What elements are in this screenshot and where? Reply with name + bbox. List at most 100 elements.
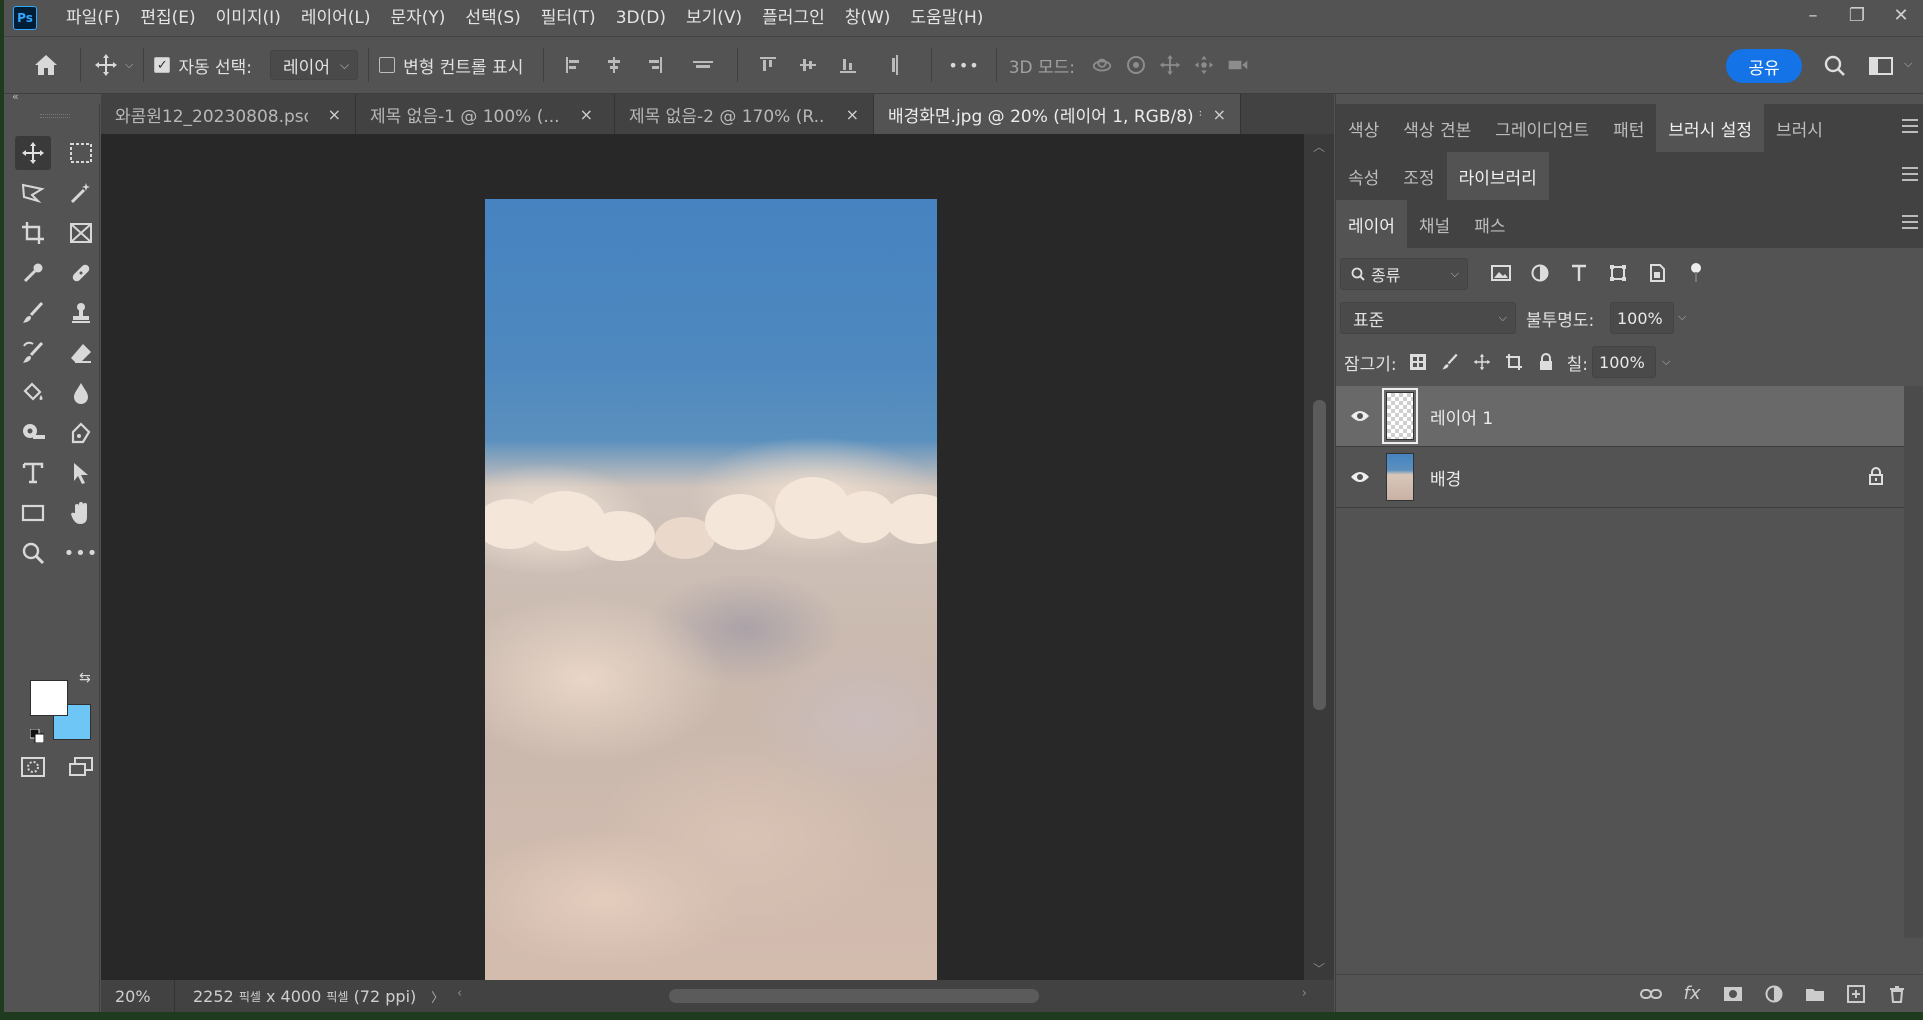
tab-swatches[interactable]: 색상 견본 (1391, 104, 1483, 152)
trash-icon[interactable] (1884, 983, 1910, 1005)
workspace-button[interactable] (1864, 53, 1898, 79)
scroll-thumb[interactable] (1313, 400, 1326, 710)
scroll-up-icon[interactable]: ︿ (1304, 138, 1334, 155)
magic-wand-tool[interactable] (63, 176, 99, 210)
chevron-down-icon[interactable]: ⌵ (1662, 355, 1670, 369)
tab-document-2[interactable]: 제목 없음-1 @ 100% (... × (356, 94, 615, 134)
lock-all-icon[interactable] (1535, 351, 1557, 373)
tab-document-active[interactable]: 배경화면.jpg @ 20% (레이어 1, RGB/8) * × (874, 94, 1241, 134)
tab-brushes[interactable]: 브러시 (1764, 104, 1835, 152)
marquee-tool[interactable] (63, 136, 99, 170)
new-layer-icon[interactable] (1843, 983, 1869, 1005)
blend-mode-select[interactable]: 표준 ⌵ (1340, 302, 1516, 334)
new-group-icon[interactable] (1802, 983, 1828, 1005)
document-info[interactable]: 2252 픽셀 x 4000 픽셀 (72 ppi) (175, 980, 441, 1012)
foreground-color-swatch[interactable] (30, 680, 68, 716)
menu-layer[interactable]: 레이어(L) (291, 0, 381, 36)
paint-bucket-tool[interactable] (15, 376, 51, 410)
tab-paths[interactable]: 패스 (1462, 200, 1517, 248)
layer-filter-select[interactable]: 종류 ⌵ (1340, 258, 1468, 290)
layer-row-layer-1[interactable]: 레이어 1 (1336, 386, 1904, 447)
eyedropper-tool[interactable] (15, 256, 51, 290)
path-selection-tool[interactable] (63, 456, 99, 490)
adjustment-layer-icon[interactable] (1761, 983, 1787, 1005)
distribute-icon[interactable] (692, 54, 714, 76)
move-tool[interactable] (15, 136, 51, 170)
lock-transparent-pixels-icon[interactable] (1407, 351, 1429, 373)
layer-name[interactable]: 레이어 1 (1430, 404, 1493, 429)
tab-properties[interactable]: 속성 (1336, 152, 1391, 200)
hand-tool[interactable] (63, 496, 99, 530)
pan-3d-icon[interactable] (1159, 54, 1181, 76)
tab-libraries[interactable]: 라이브러리 (1446, 152, 1549, 200)
tab-document-1[interactable]: 와콤원12_20230808.psd × (101, 94, 356, 134)
fill-field[interactable]: 100% (1592, 346, 1657, 378)
type-filter-icon[interactable] (1564, 260, 1594, 286)
tab-gradients[interactable]: 그레이디언트 (1483, 104, 1601, 152)
edit-toolbar-button[interactable]: ••• (63, 536, 99, 570)
chevron-down-icon[interactable]: ⌵ (1904, 57, 1912, 71)
toolbox-grip[interactable] (40, 114, 70, 118)
tab-brush-settings[interactable]: 브러시 설정 (1656, 104, 1764, 152)
menu-select[interactable]: 선택(S) (455, 0, 530, 36)
layer-name[interactable]: 배경 (1430, 465, 1461, 490)
align-right-icon[interactable] (643, 54, 665, 76)
tab-adjustments[interactable]: 조정 (1391, 152, 1446, 200)
pen-tool[interactable] (63, 416, 99, 450)
smart-object-filter-icon[interactable] (1642, 260, 1672, 286)
roll-3d-icon[interactable] (1125, 54, 1147, 76)
align-middle-icon[interactable] (797, 54, 819, 76)
search-button[interactable] (1822, 53, 1848, 79)
tab-color[interactable]: 색상 (1336, 104, 1391, 152)
lock-position-icon[interactable] (1471, 351, 1493, 373)
blur-tool[interactable] (63, 376, 99, 410)
clone-stamp-tool[interactable] (63, 296, 99, 330)
camera-3d-icon[interactable] (1227, 54, 1249, 76)
move-tool-preset[interactable] (91, 48, 121, 82)
align-top-icon[interactable] (757, 54, 779, 76)
tab-channels[interactable]: 채널 (1407, 200, 1462, 248)
healing-brush-tool[interactable] (63, 256, 99, 290)
panel-menu-icon[interactable] (1902, 167, 1918, 181)
app-logo[interactable]: Ps (13, 6, 37, 30)
align-left-icon[interactable] (563, 54, 585, 76)
menu-file[interactable]: 파일(F) (56, 0, 130, 36)
chevron-down-icon[interactable]: ⌵ (125, 58, 133, 72)
close-tab-icon[interactable]: × (846, 105, 859, 124)
quick-mask-button[interactable] (15, 750, 51, 784)
link-layers-icon[interactable] (1638, 983, 1664, 1005)
tab-document-3[interactable]: 제목 없음-2 @ 170% (R... × (615, 94, 874, 134)
canvas-area[interactable] (101, 134, 1304, 1001)
restore-button[interactable]: ❐ (1835, 0, 1879, 30)
align-bottom-icon[interactable] (837, 54, 859, 76)
menu-plugins[interactable]: 플러그인 (752, 0, 835, 36)
status-menu-arrow[interactable]: 〉 (431, 987, 444, 1006)
adjustment-filter-icon[interactable] (1525, 260, 1555, 286)
auto-select-target-select[interactable]: 레이어 ⌵ (270, 50, 359, 80)
filter-toggle-icon[interactable] (1681, 260, 1711, 286)
tab-layers[interactable]: 레이어 (1336, 200, 1407, 248)
close-window-button[interactable]: ✕ (1879, 0, 1923, 30)
history-brush-tool[interactable] (15, 336, 51, 370)
minimize-button[interactable]: – (1791, 0, 1835, 30)
visibility-eye-icon[interactable] (1340, 409, 1380, 423)
lock-icon[interactable] (1868, 467, 1884, 489)
vertical-scrollbar[interactable]: ︿ ﹀ (1304, 134, 1334, 980)
shape-filter-icon[interactable] (1603, 260, 1633, 286)
menu-type[interactable]: 문자(Y) (380, 0, 455, 36)
brush-tool[interactable] (15, 296, 51, 330)
menu-3d[interactable]: 3D(D) (606, 0, 676, 36)
eraser-tool[interactable] (63, 336, 99, 370)
menu-filter[interactable]: 필터(T) (531, 0, 606, 36)
default-colors-icon[interactable] (29, 728, 45, 747)
add-mask-icon[interactable] (1720, 983, 1746, 1005)
align-center-icon[interactable] (603, 54, 625, 76)
frame-tool[interactable] (63, 216, 99, 250)
screen-mode-button[interactable] (63, 750, 99, 784)
fx-icon[interactable]: fx (1679, 983, 1705, 1005)
close-tab-icon[interactable]: × (1213, 105, 1226, 124)
panel-menu-icon[interactable] (1902, 215, 1918, 229)
home-button[interactable] (26, 45, 66, 85)
scroll-left-icon[interactable]: ‹ (457, 986, 462, 1001)
type-tool[interactable] (15, 456, 51, 490)
